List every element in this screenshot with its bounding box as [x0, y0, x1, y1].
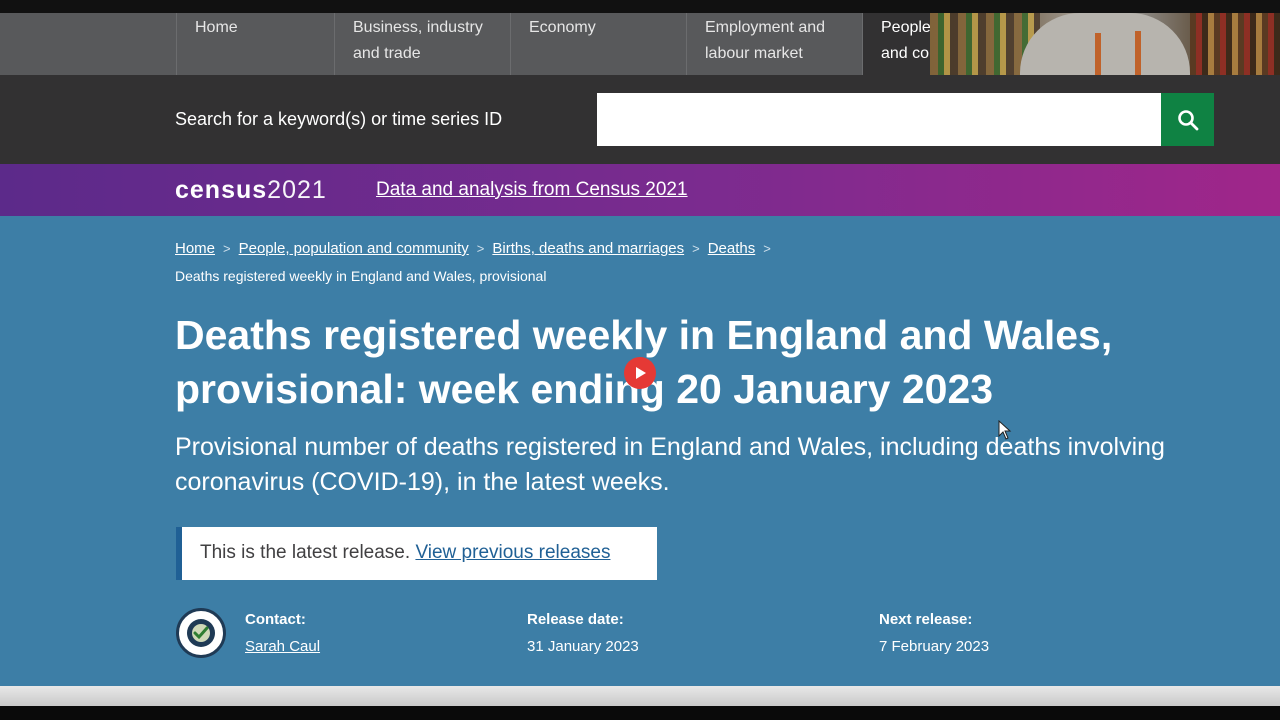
breadcrumb-current: Deaths registered weekly in England and …	[175, 268, 547, 284]
census-logo-word: census	[175, 176, 268, 204]
census-link[interactable]: Data and analysis from Census 2021	[376, 179, 688, 201]
next-release-value: 7 February 2023	[879, 638, 990, 655]
chevron-right-icon: >	[763, 241, 771, 256]
release-notice: This is the latest release. View previou…	[176, 527, 657, 580]
national-statistics-badge-icon	[176, 608, 226, 658]
census-logo-year: 2021	[267, 176, 327, 204]
release-date-value: 31 January 2023	[527, 638, 639, 655]
breadcrumb-people[interactable]: People, population and community	[239, 240, 469, 257]
nav-item-label: Employment and labour market	[705, 19, 826, 62]
chevron-right-icon: >	[223, 241, 231, 256]
nav-item-employment[interactable]: Employment and labour market	[686, 13, 862, 75]
search-label: Search for a keyword(s) or time series I…	[175, 109, 503, 129]
census-logo[interactable]: census2021	[175, 176, 327, 205]
search-button[interactable]	[1161, 93, 1214, 146]
search-icon	[1177, 109, 1198, 130]
nav-item-label: Home	[195, 19, 238, 36]
contact-label: Contact:	[245, 611, 306, 628]
breadcrumb-deaths[interactable]: Deaths	[708, 240, 756, 257]
nav-item-business[interactable]: Business, industry and trade	[334, 13, 510, 75]
breadcrumb: Home > People, population and community …	[175, 240, 779, 257]
release-notice-text: This is the latest release.	[200, 542, 411, 563]
page-title: Deaths registered weekly in England and …	[175, 312, 1113, 412]
webcam-person	[1020, 13, 1190, 83]
census-banner: census2021 Data and analysis from Census…	[0, 164, 1280, 216]
nav-item-label: Business, industry and trade	[353, 19, 483, 62]
page-subtitle: Provisional number of deaths registered …	[175, 433, 1165, 496]
release-date-label: Release date:	[527, 611, 624, 628]
webcam-books	[1190, 13, 1280, 83]
search-input[interactable]	[597, 93, 1161, 146]
webcam-overlay	[930, 13, 1280, 83]
checkmark-icon	[187, 619, 215, 647]
view-previous-releases-link[interactable]: View previous releases	[415, 542, 610, 563]
nav-item-label: People and co	[881, 19, 931, 62]
page-header: Home > People, population and community …	[0, 216, 1280, 686]
contact-name-link[interactable]: Sarah Caul	[245, 638, 320, 655]
breadcrumb-home[interactable]: Home	[175, 240, 215, 257]
top-letterbox	[0, 0, 1280, 13]
search-band: Search for a keyword(s) or time series I…	[0, 75, 1280, 164]
next-release-label: Next release:	[879, 611, 973, 628]
mouse-cursor-icon	[998, 420, 1012, 440]
bottom-letterbox	[0, 706, 1280, 720]
nav-item-economy[interactable]: Economy	[510, 13, 686, 75]
breadcrumb-births[interactable]: Births, deaths and marriages	[492, 240, 684, 257]
chevron-right-icon: >	[476, 241, 485, 256]
play-icon	[636, 367, 646, 379]
nav-item-label: Economy	[529, 19, 596, 36]
nav-item-home[interactable]: Home	[176, 13, 334, 75]
play-button[interactable]	[624, 357, 656, 389]
bottom-scroll-strip	[0, 686, 1280, 706]
chevron-right-icon: >	[692, 241, 700, 256]
